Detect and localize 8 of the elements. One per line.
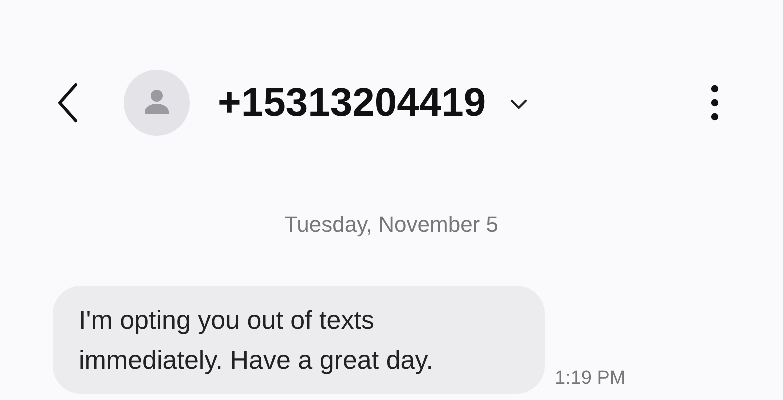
date-divider: Tuesday, November 5 [284,212,500,238]
avatar-icon[interactable] [124,70,190,136]
message-time: 1:19 PM [555,368,626,390]
more-options-icon[interactable] [711,85,719,121]
chevron-down-icon[interactable] [510,99,528,111]
back-icon[interactable] [56,83,80,123]
contact-number: +15313204419 [218,80,486,126]
message-bubble: I'm opting you out of texts immediately. Have a great day. [53,286,545,394]
